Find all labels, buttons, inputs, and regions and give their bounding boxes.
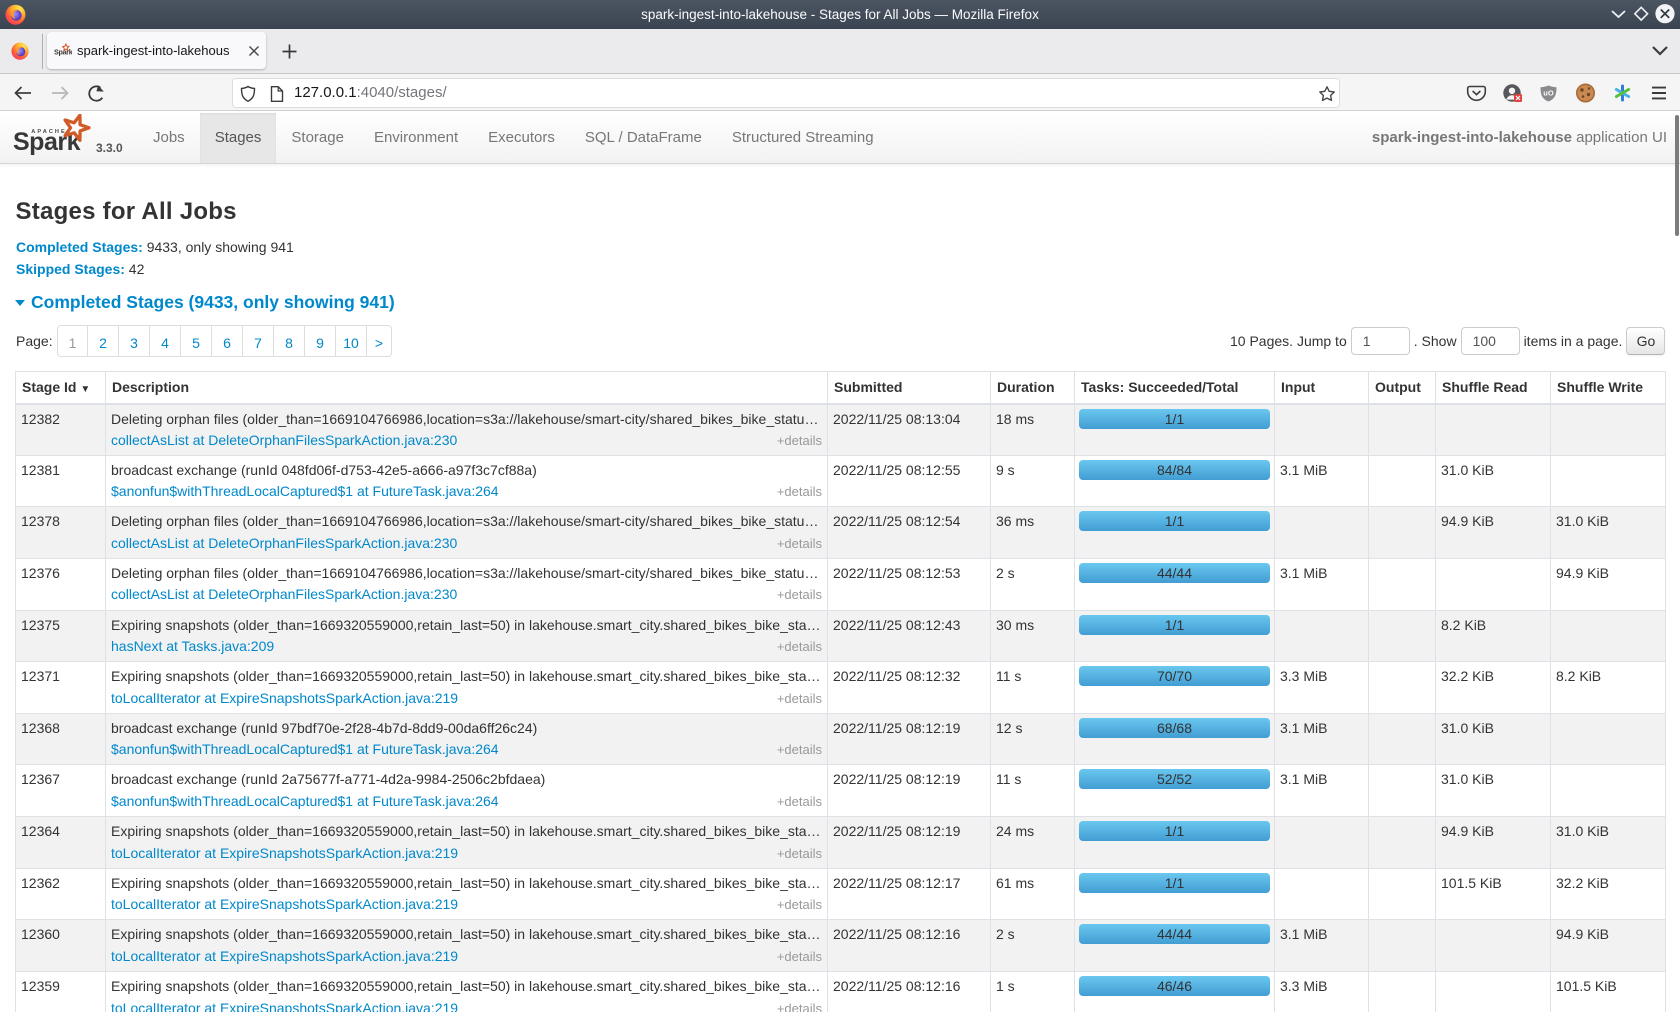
svg-text:uO: uO xyxy=(1543,89,1554,98)
svg-text:Spark: Spark xyxy=(54,48,72,57)
